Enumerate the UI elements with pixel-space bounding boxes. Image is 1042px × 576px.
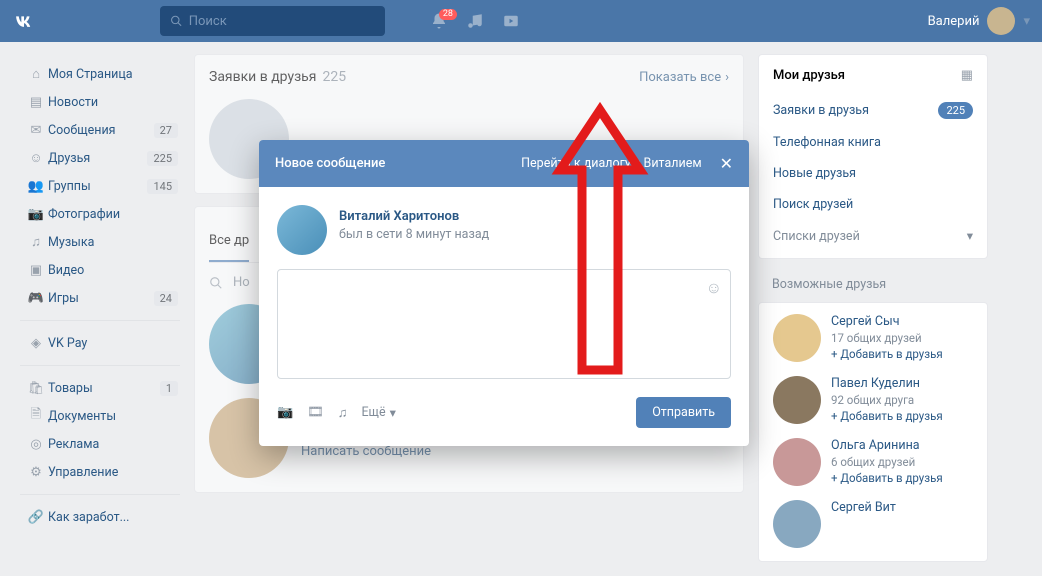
possible-friend: Сергей Сыч17 общих друзей+ Добавить в др… — [759, 307, 987, 369]
sidebar-item-friends[interactable]: ☺Друзья225 — [20, 144, 180, 172]
header-icons: 28 — [425, 7, 525, 35]
send-button[interactable]: Отправить — [636, 397, 731, 428]
add-friend-link[interactable]: + Добавить в друзья — [831, 409, 943, 423]
possible-friends-label: Возможные друзья — [758, 273, 988, 302]
avatar[interactable] — [773, 376, 821, 424]
avatar[interactable] — [773, 438, 821, 486]
news-icon: ▤ — [24, 95, 48, 110]
sidebar-item-music[interactable]: ♫Музыка — [20, 228, 180, 256]
groups-icon: 👥 — [24, 179, 48, 194]
chevron-down-icon: ▾ — [390, 405, 396, 421]
header-username: Валерий — [928, 14, 980, 29]
friend-lists-select[interactable]: Списки друзей▾ — [759, 220, 987, 252]
sidebar-item-mypage[interactable]: ⌂Моя Страница — [20, 60, 180, 88]
video-icon[interactable] — [497, 7, 525, 35]
phonebook-link[interactable]: Телефонная книга — [759, 127, 987, 158]
sidebar-item-ads[interactable]: ◎Реклама — [20, 430, 180, 458]
search-icon — [209, 276, 223, 290]
possible-friends-box: Сергей Сыч17 общих друзей+ Добавить в др… — [758, 302, 988, 562]
write-message-link[interactable]: Написать сообщение — [301, 444, 444, 459]
sidebar-item-groups[interactable]: 👥Группы145 — [20, 172, 180, 200]
sidebar-item-earn[interactable]: 🔗Как заработ... — [20, 503, 180, 531]
possible-friend: Сергей Вит — [759, 493, 987, 555]
show-all-link[interactable]: Показать все› — [639, 70, 729, 85]
games-icon: 🎮 — [24, 291, 48, 306]
photo-icon[interactable]: 📷 — [277, 405, 293, 420]
sidebar-item-games[interactable]: 🎮Игры24 — [20, 284, 180, 312]
chevron-right-icon: › — [725, 70, 729, 85]
friend-name[interactable]: Сергей Сыч — [831, 314, 943, 329]
vk-logo[interactable] — [12, 7, 40, 35]
search-hint: Но — [233, 275, 250, 290]
add-friend-link[interactable]: + Добавить в друзья — [831, 471, 943, 485]
vkpay-icon: ◈ — [24, 336, 48, 351]
requests-link[interactable]: Заявки в друзья225 — [759, 94, 987, 127]
audio-attach-icon[interactable]: ♫ — [338, 405, 348, 421]
music-nav-icon: ♫ — [24, 234, 48, 250]
notif-badge: 28 — [439, 9, 457, 20]
sidebar-item-goods[interactable]: 🛍Товары1 — [20, 374, 180, 402]
message-icon: ✉ — [24, 123, 48, 138]
sidebar-item-video[interactable]: ▣Видео — [20, 256, 180, 284]
modal-recipient: Виталий Харитонов был в сети 8 минут наз… — [277, 205, 731, 255]
search-input[interactable] — [189, 14, 375, 29]
notifications-icon[interactable]: 28 — [425, 7, 453, 35]
new-friends-link[interactable]: Новые друзья — [759, 158, 987, 189]
add-friend-link[interactable]: + Добавить в друзья — [831, 347, 943, 361]
close-icon[interactable]: ✕ — [720, 154, 733, 173]
header-user[interactable]: Валерий ▾ — [928, 7, 1030, 35]
header: 28 Валерий ▾ — [0, 0, 1042, 42]
link-icon: 🔗 — [24, 510, 48, 525]
sidebar-item-news[interactable]: ▤Новости — [20, 88, 180, 116]
sidebar-item-manage[interactable]: ⚙Управление — [20, 458, 180, 486]
new-message-modal: Новое сообщение Перейти к диалогу с Вита… — [259, 140, 749, 446]
my-friends-box: Мои друзья ▦ Заявки в друзья225 Телефонна… — [758, 54, 988, 259]
avatar[interactable] — [277, 205, 327, 255]
last-seen: был в сети 8 минут назад — [339, 227, 489, 242]
modal-title: Новое сообщение — [275, 156, 385, 171]
friend-name[interactable]: Ольга Аринина — [831, 438, 943, 453]
more-attachments[interactable]: Ещё▾ — [361, 405, 395, 421]
friend-name[interactable]: Павел Куделин — [831, 376, 943, 391]
recipient-name[interactable]: Виталий Харитонов — [339, 209, 489, 224]
header-avatar — [987, 7, 1015, 35]
tab-all[interactable]: Все др — [209, 221, 249, 262]
chevron-down-icon: ▾ — [1023, 14, 1030, 29]
ads-icon: ◎ — [24, 437, 48, 452]
sidebar-item-docs[interactable]: 🗎Документы — [20, 402, 180, 430]
possible-friend: Ольга Аринина6 общих друзей+ Добавить в … — [759, 431, 987, 493]
requests-title: Заявки в друзья225 — [209, 69, 346, 85]
sidebar: ⌂Моя Страница ▤Новости ✉Сообщения27 ☺Дру… — [20, 54, 180, 576]
music-icon[interactable] — [461, 7, 489, 35]
video-nav-icon: ▣ — [24, 263, 48, 278]
home-icon: ⌂ — [24, 66, 48, 82]
possible-friend: Павел Куделин92 общих друга+ Добавить в … — [759, 369, 987, 431]
search-friends-link[interactable]: Поиск друзей — [759, 189, 987, 220]
goods-icon: 🛍 — [24, 381, 48, 396]
avatar[interactable] — [773, 500, 821, 548]
docs-icon: 🗎 — [24, 405, 48, 427]
friend-name[interactable]: Сергей Вит — [831, 500, 896, 515]
modal-header: Новое сообщение Перейти к диалогу с Вита… — [259, 140, 749, 187]
attach-tools: 📷 🎞 ♫ Ещё▾ — [277, 405, 396, 421]
sidebar-item-vkpay[interactable]: ◈VK Pay — [20, 329, 180, 357]
avatar[interactable] — [773, 314, 821, 362]
gear-icon: ⚙ — [24, 465, 48, 480]
chevron-down-icon: ▾ — [967, 228, 973, 244]
message-textarea[interactable]: ☺ — [277, 269, 731, 379]
go-to-dialog-link[interactable]: Перейти к диалогу с Виталием — [521, 156, 701, 171]
search-icon — [170, 14, 183, 28]
calendar-icon[interactable]: ▦ — [961, 68, 973, 83]
box-title: Мои друзья — [773, 68, 845, 83]
friends-icon: ☺ — [24, 150, 48, 166]
search-box[interactable] — [160, 6, 385, 36]
right-column: Мои друзья ▦ Заявки в друзья225 Телефонна… — [758, 54, 988, 576]
video-attach-icon[interactable]: 🎞 — [307, 405, 324, 420]
camera-icon: 📷 — [24, 207, 48, 222]
sidebar-item-photos[interactable]: 📷Фотографии — [20, 200, 180, 228]
emoji-icon[interactable]: ☺ — [706, 278, 722, 298]
sidebar-item-messages[interactable]: ✉Сообщения27 — [20, 116, 180, 144]
